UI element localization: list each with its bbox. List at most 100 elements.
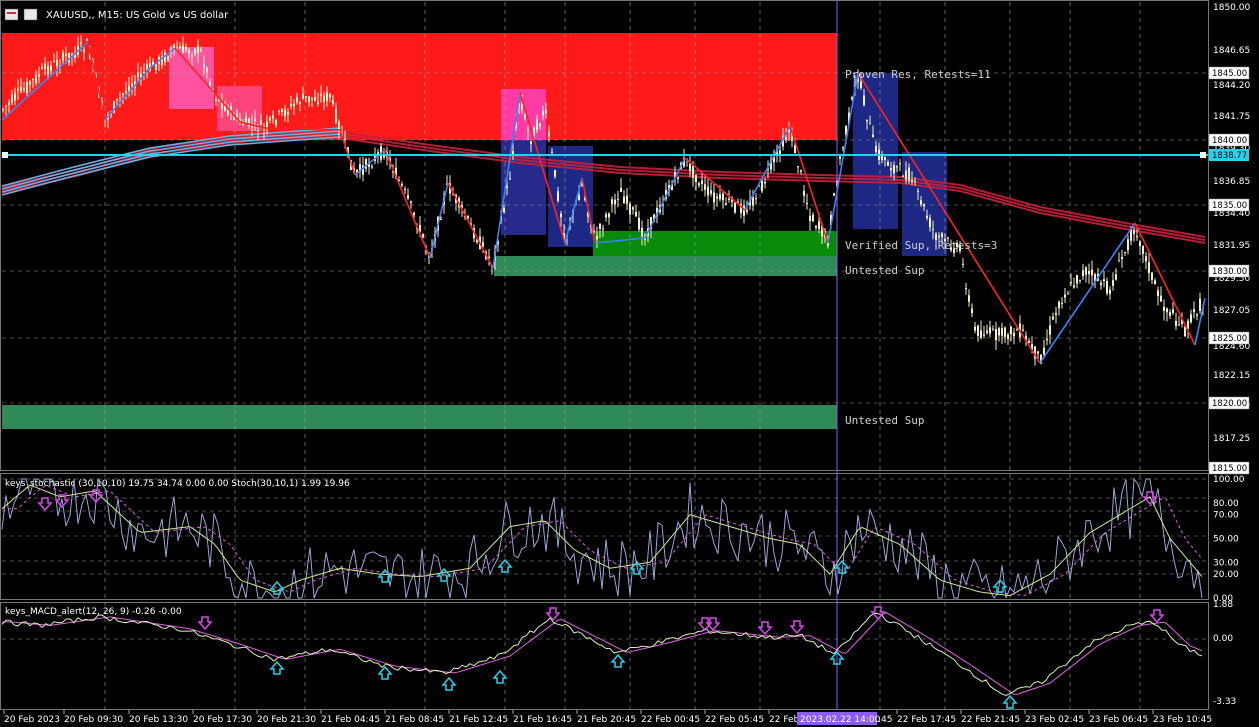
candle-body [320, 94, 322, 96]
stoch-level-label: 100.00 [1213, 475, 1245, 485]
sell-arrow-icon [37, 497, 53, 512]
candle-body [230, 105, 232, 111]
candle-body [203, 63, 205, 68]
stoch-dashed-line [2, 484, 1203, 596]
candle-body [1082, 270, 1084, 276]
candle-body [863, 95, 865, 106]
untested-support-zone-1 [494, 256, 837, 276]
candle-body [554, 169, 556, 177]
candle-body [884, 157, 886, 160]
stoch-title: keys_stochastic (30,10,10) 19.75 34.74 0… [5, 479, 350, 489]
candle-body [722, 193, 724, 201]
candle-body [503, 207, 505, 212]
candle-body [764, 181, 766, 184]
candle-body [1022, 329, 1024, 331]
stoch-level-label: 20.00 [1213, 570, 1239, 580]
candle-body [842, 147, 844, 149]
candle-body [557, 191, 559, 201]
candle-body [308, 96, 310, 102]
candle-body [215, 99, 217, 101]
candle-body [35, 74, 37, 84]
candle-body [872, 134, 874, 138]
candle-body [713, 192, 715, 203]
candle-body [1001, 328, 1003, 336]
price-level-label: 1820.00 [1212, 399, 1247, 409]
candle-body [1184, 326, 1186, 337]
time-tick-label: 20 Feb 2023 [4, 715, 60, 725]
candle-body [971, 308, 973, 314]
time-axis[interactable]: 20 Feb 2023 20 Feb 09:30 20 Feb 13:30 20 Fe… [3, 710, 1212, 725]
candle-body [629, 203, 631, 215]
candle-body [1091, 269, 1093, 276]
candle-body [974, 326, 976, 331]
candle-body [2, 108, 4, 110]
untested-sup-label: Untested Sup [845, 264, 924, 277]
candle-body [29, 81, 31, 85]
candle-body [509, 178, 511, 180]
candle-body [725, 203, 727, 205]
price-tick-label: 1841.75 [1213, 112, 1250, 122]
candle-body [185, 46, 187, 51]
price-tick-label: 1831.95 [1213, 241, 1250, 251]
candle-body [1136, 236, 1138, 238]
time-tick-label: 23 Feb 02:45 [1025, 715, 1084, 725]
price-line-handle[interactable] [1200, 152, 1206, 158]
macd-level-label: 0.00 [1213, 634, 1233, 644]
candle-body [14, 93, 16, 101]
candle-body [1052, 316, 1054, 320]
candle-body [803, 191, 805, 196]
price-line-handle[interactable] [2, 152, 8, 158]
candle-body [623, 196, 625, 204]
candle-body [902, 175, 904, 177]
signal-icon[interactable] [23, 8, 38, 21]
candle-body [1115, 274, 1117, 280]
candle-body [596, 235, 598, 240]
candle-body [608, 213, 610, 218]
candle-body [56, 59, 58, 67]
candle-body [275, 119, 277, 126]
stoch-axis: 100.0080.0070.0050.0030.0020.000.00 [1213, 475, 1245, 604]
candle-body [125, 90, 127, 93]
candle-body [893, 165, 895, 174]
candle-body [1133, 230, 1135, 234]
candle-body [1178, 324, 1180, 326]
candle-body [413, 212, 415, 216]
candle-body [728, 198, 730, 200]
candle-body [887, 162, 889, 166]
chart-icon[interactable] [4, 8, 19, 21]
candle-body [545, 110, 547, 114]
candle-body [1145, 256, 1147, 262]
candle-body [695, 174, 697, 183]
candle-body [17, 88, 19, 91]
candle-body [242, 123, 244, 125]
candle-body [938, 235, 940, 238]
candle-body [1064, 294, 1066, 298]
price-level-label: 1830.00 [1212, 267, 1247, 277]
candle-body [701, 180, 703, 184]
candle-body [1028, 340, 1030, 344]
candle-body [41, 67, 43, 69]
candle-body [719, 194, 721, 200]
candle-body [632, 207, 634, 210]
zigzag-down-segment [447, 182, 494, 269]
time-cursor-label: 2023.02.22 14:00 [800, 715, 881, 725]
candle-body [422, 233, 424, 238]
time-tick-label: 22 Feb 21:45 [961, 715, 1020, 725]
candle-body [980, 330, 982, 338]
candle-body [269, 117, 271, 121]
buy-arrow-icon [269, 580, 285, 595]
trading-chart[interactable]: Proven Res, Retests=11 Verified Sup, Ret… [0, 0, 1259, 727]
stoch-level-label: 50.00 [1213, 535, 1239, 545]
candle-body [617, 198, 619, 200]
candle-body [551, 151, 553, 153]
candle-body [692, 165, 694, 178]
candle-body [293, 103, 295, 107]
candle-body [860, 81, 862, 88]
price-axis[interactable]: 1850.001846.651844.201841.751839.301836.… [1208, 3, 1250, 475]
candle-body [734, 202, 736, 213]
candle-body [323, 95, 325, 102]
candle-body [1058, 301, 1060, 309]
chart-title: XAUUSD,, M15: US Gold vs US dollar [46, 10, 229, 21]
candle-body [710, 190, 712, 194]
candle-body [896, 166, 898, 168]
